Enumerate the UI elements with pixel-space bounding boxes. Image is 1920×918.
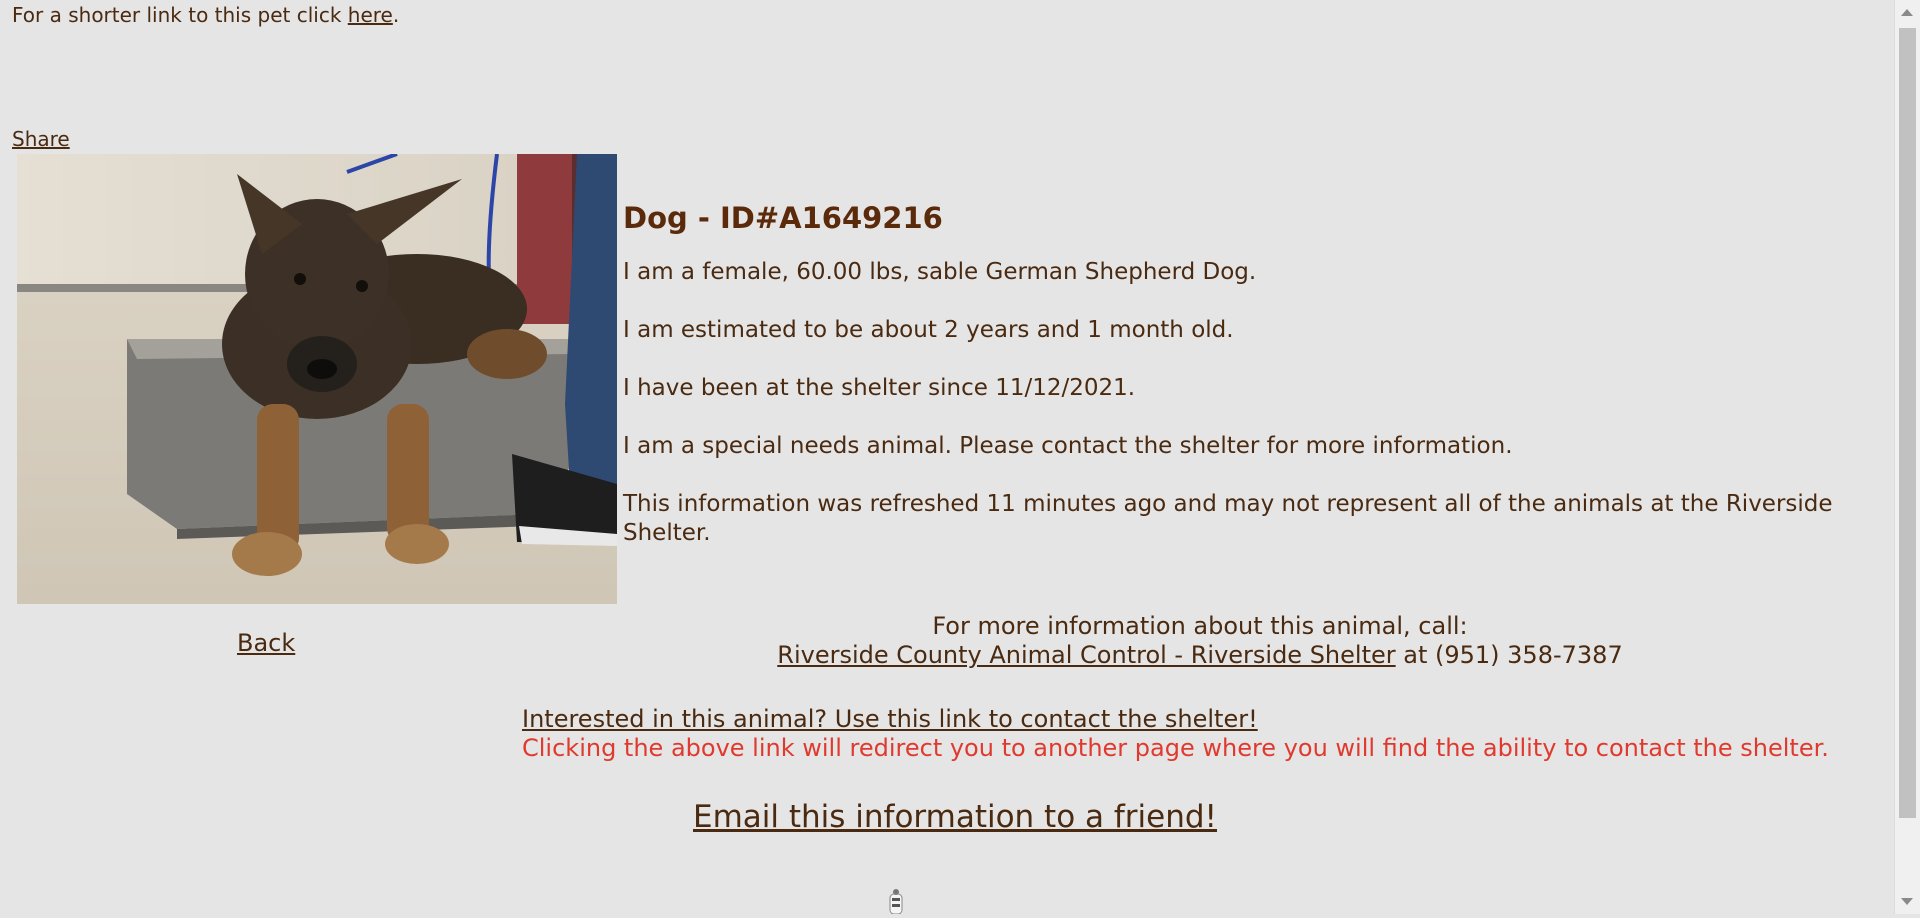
shorter-link-here[interactable]: here [348,3,393,27]
loading-spinner-icon [888,888,904,915]
share-link[interactable]: Share [12,126,70,152]
shorter-link-notice: For a shorter link to this pet click her… [12,2,399,28]
scroll-up-arrow-icon[interactable] [1901,9,1913,16]
vertical-scrollbar[interactable] [1894,0,1920,914]
dog-photo-image [17,154,617,604]
shelter-link[interactable]: Riverside County Animal Control - Rivers… [777,641,1395,669]
pet-detail-intake-date: I have been at the shelter since 11/12/2… [623,375,1136,401]
pet-detail-sex-weight-breed: I am a female, 60.00 lbs, sable German S… [623,259,1257,285]
scrollbar-thumb[interactable] [1899,28,1916,818]
contact-line: Riverside County Animal Control - Rivers… [600,641,1800,670]
pet-details: Dog - ID#A1649216 I am a female, 60.00 l… [623,198,1863,577]
scroll-down-arrow-icon[interactable] [1901,898,1913,905]
interest-section: Interested in this animal? Use this link… [522,705,1829,763]
email-friend-link[interactable]: Email this information to a friend! [693,797,1217,837]
pet-title: Dog - ID#A1649216 [623,201,943,235]
redirect-note: Clicking the above link will redirect yo… [522,734,1829,762]
pet-photo [17,154,617,604]
contact-shelter-link[interactable]: Interested in this animal? Use this link… [522,705,1258,733]
shorter-link-suffix: . [392,3,400,27]
shelter-phone: at (951) 358-7387 [1395,641,1623,669]
shorter-link-prefix: For a shorter link to this pet click [12,3,348,27]
back-link[interactable]: Back [237,627,295,659]
pet-detail-refresh-note: This information was refreshed 11 minute… [623,491,1833,546]
pet-detail-age: I am estimated to be about 2 years and 1… [623,317,1234,343]
contact-heading: For more information about this animal, … [932,612,1468,640]
pet-detail-special-needs: I am a special needs animal. Please cont… [623,433,1513,459]
contact-info: For more information about this animal, … [600,612,1800,670]
